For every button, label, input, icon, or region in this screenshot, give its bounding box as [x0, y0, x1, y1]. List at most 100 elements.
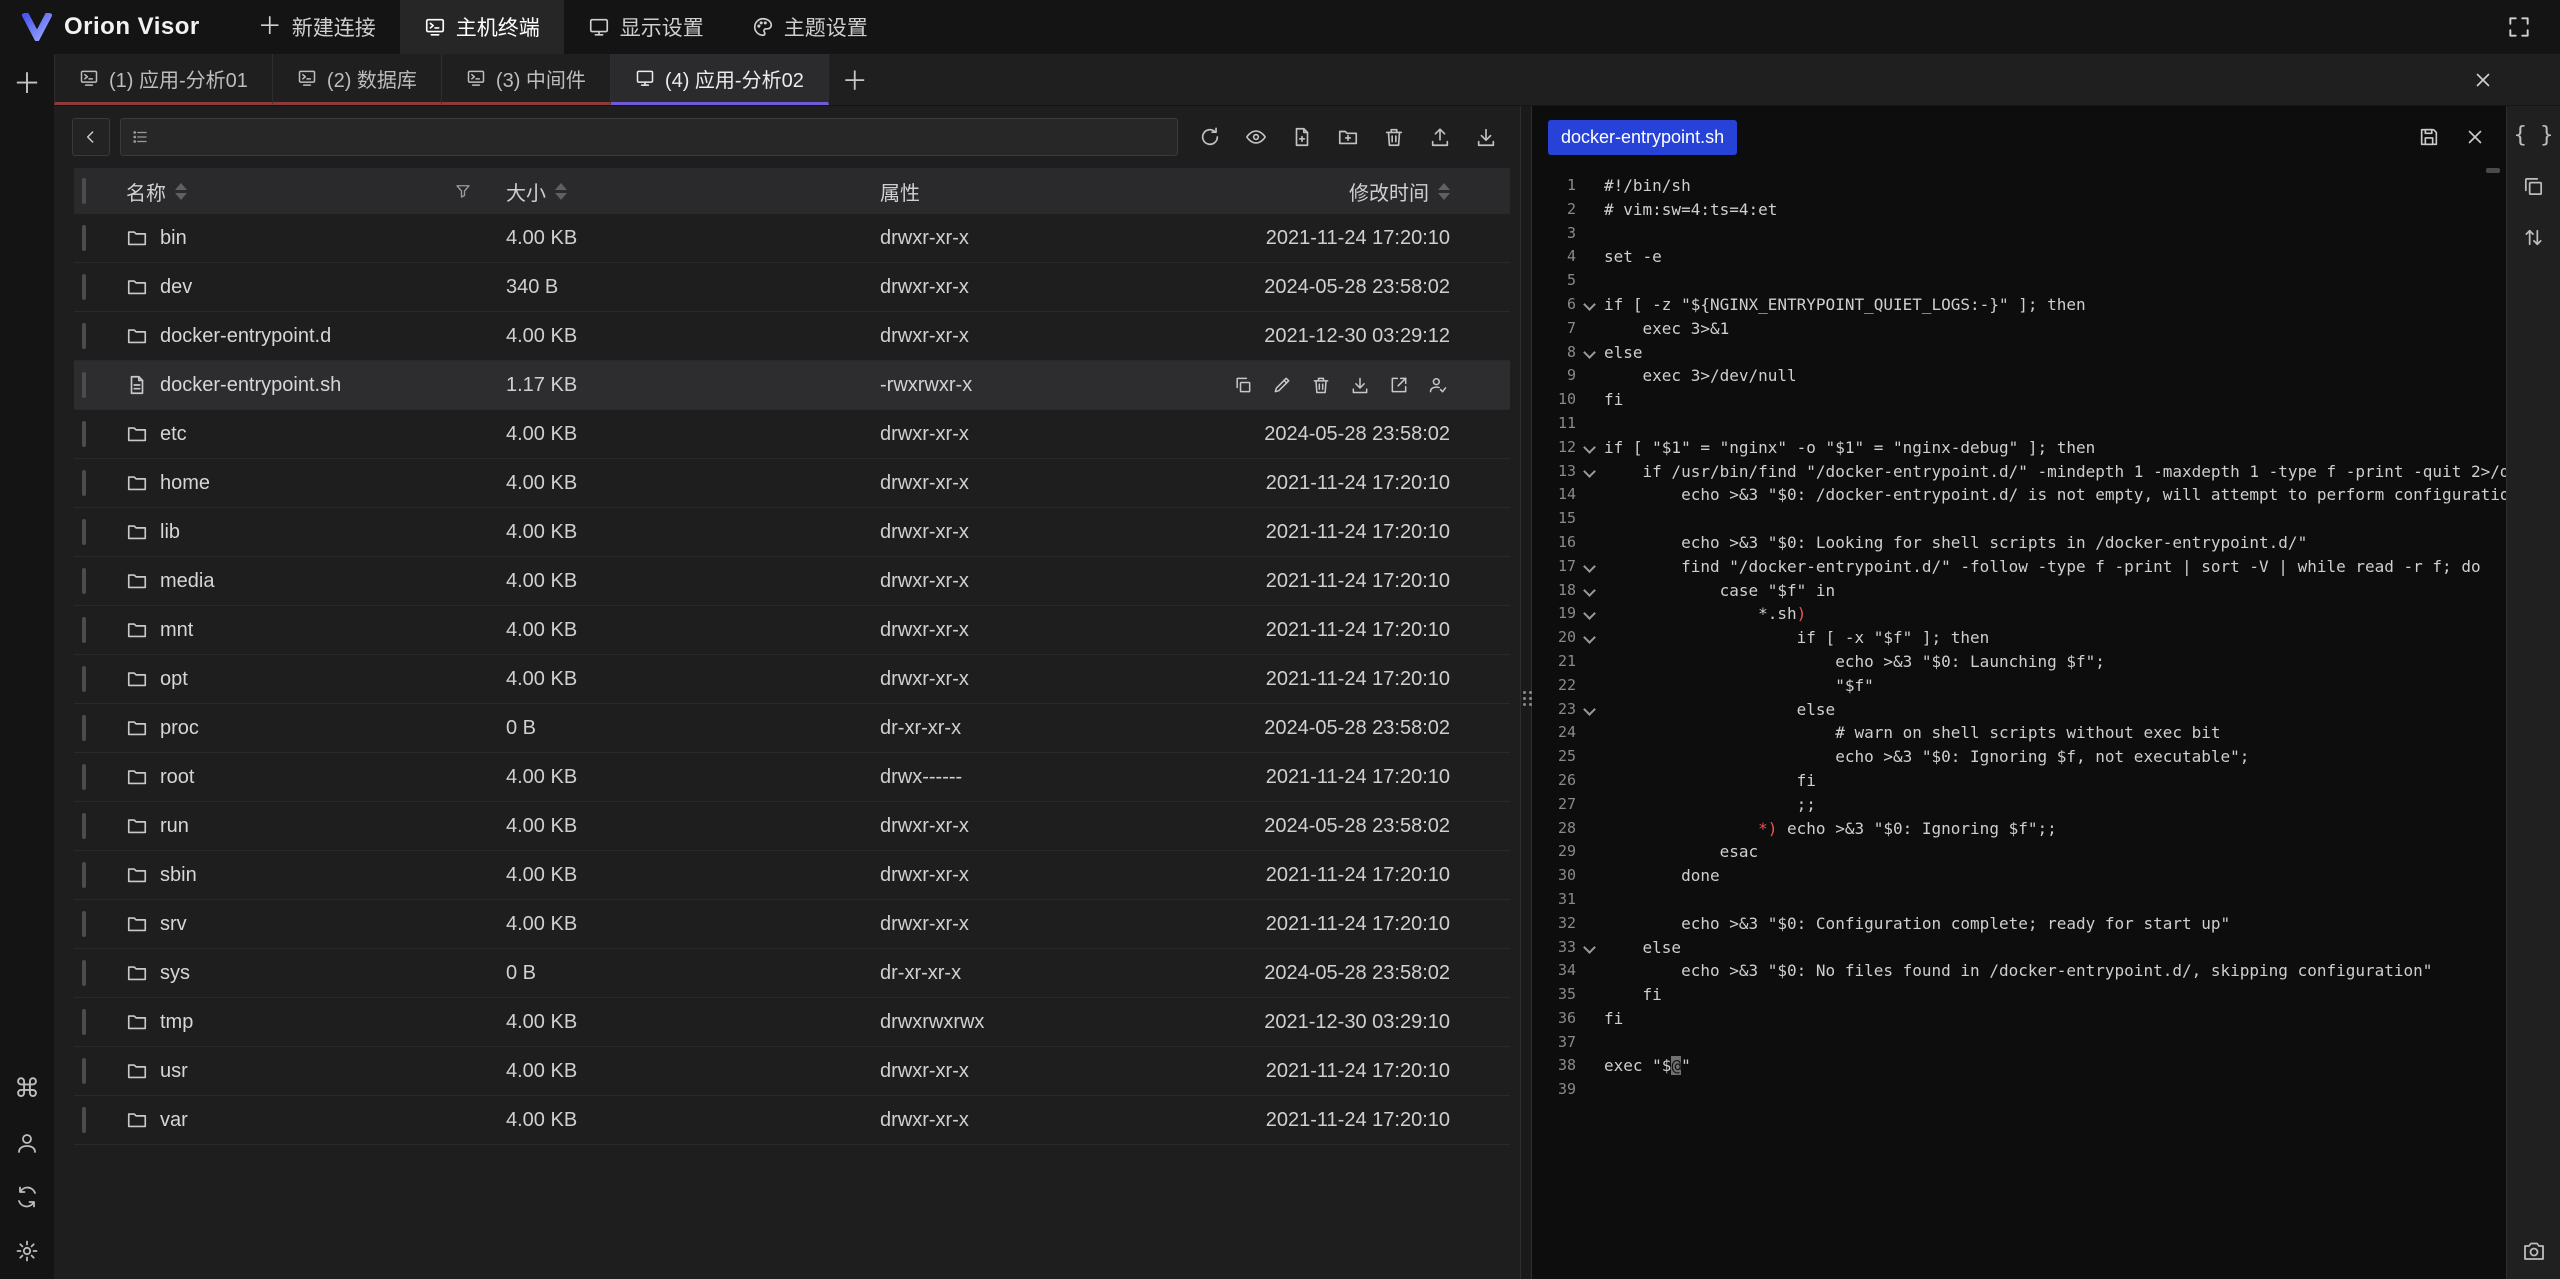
table-row[interactable]: run 4.00 KB drwxr-xr-x 2024-05-28 23:58:…	[74, 802, 1510, 851]
table-row[interactable]: lib 4.00 KB drwxr-xr-x 2021-11-24 17:20:…	[74, 508, 1510, 557]
sort-icon[interactable]	[175, 183, 187, 200]
menu-host-terminal[interactable]: 主机终端	[400, 0, 564, 54]
user-button[interactable]	[15, 1131, 39, 1155]
file-name[interactable]: proc	[160, 717, 199, 740]
table-row[interactable]: etc 4.00 KB drwxr-xr-x 2024-05-28 23:58:…	[74, 410, 1510, 459]
rail-new-button[interactable]: ＋	[13, 70, 41, 98]
row-checkbox[interactable]	[82, 911, 86, 937]
file-name[interactable]: root	[160, 766, 194, 789]
column-header-size[interactable]: 大小	[506, 177, 880, 206]
table-row[interactable]: docker-entrypoint.sh 1.17 KB -rwxrwxr-x	[74, 361, 1510, 410]
file-name[interactable]: srv	[160, 913, 187, 936]
refresh-button[interactable]	[1194, 121, 1226, 153]
file-name[interactable]: var	[160, 1109, 188, 1132]
row-checkbox[interactable]	[82, 1058, 86, 1084]
fold-icon[interactable]	[1576, 936, 1604, 960]
row-checkbox[interactable]	[82, 666, 86, 692]
file-name[interactable]: sbin	[160, 864, 197, 887]
fold-icon[interactable]	[1576, 579, 1604, 603]
close-all-tabs-button[interactable]	[2472, 54, 2494, 106]
row-checkbox[interactable]	[82, 960, 86, 986]
path-list-icon[interactable]	[131, 128, 149, 146]
code-area[interactable]: 1#!/bin/sh2# vim:sw=4:ts=4:et34set -e56i…	[1532, 168, 2506, 1279]
fold-icon[interactable]	[1576, 555, 1604, 579]
tab-terminal-1[interactable]: (1) 应用-分析01	[54, 54, 273, 105]
file-name[interactable]: tmp	[160, 1011, 193, 1034]
row-checkbox[interactable]	[82, 225, 86, 251]
table-row[interactable]: usr 4.00 KB drwxr-xr-x 2021-11-24 17:20:…	[74, 1047, 1510, 1096]
row-checkbox[interactable]	[82, 421, 86, 447]
select-all-checkbox[interactable]	[82, 178, 86, 204]
new-folder-button[interactable]	[1332, 121, 1364, 153]
table-row[interactable]: tmp 4.00 KB drwxrwxrwx 2021-12-30 03:29:…	[74, 998, 1510, 1047]
row-checkbox[interactable]	[82, 470, 86, 496]
download-button[interactable]	[1470, 121, 1502, 153]
row-checkbox[interactable]	[82, 1009, 86, 1035]
row-checkbox[interactable]	[82, 372, 86, 398]
delete-button[interactable]	[1378, 121, 1410, 153]
sort-lines-button[interactable]	[2522, 226, 2545, 249]
table-row[interactable]: mnt 4.00 KB drwxr-xr-x 2021-11-24 17:20:…	[74, 606, 1510, 655]
file-name[interactable]: run	[160, 815, 189, 838]
fold-icon[interactable]	[1576, 341, 1604, 365]
table-row[interactable]: docker-entrypoint.d 4.00 KB drwxr-xr-x 2…	[74, 312, 1510, 361]
table-row[interactable]: sys 0 B dr-xr-xr-x 2024-05-28 23:58:02	[74, 949, 1510, 998]
row-checkbox[interactable]	[82, 862, 86, 888]
table-row[interactable]: root 4.00 KB drwx------ 2021-11-24 17:20…	[74, 753, 1510, 802]
save-button[interactable]	[2414, 122, 2444, 152]
file-name[interactable]: lib	[160, 521, 180, 544]
table-row[interactable]: home 4.00 KB drwxr-xr-x 2021-11-24 17:20…	[74, 459, 1510, 508]
tab-terminal-4[interactable]: (4) 应用-分析02	[611, 54, 829, 105]
table-row[interactable]: opt 4.00 KB drwxr-xr-x 2021-11-24 17:20:…	[74, 655, 1510, 704]
sync-button[interactable]	[15, 1185, 39, 1209]
fold-icon[interactable]	[1576, 293, 1604, 317]
fullscreen-button[interactable]	[2500, 8, 2538, 46]
row-checkbox[interactable]	[82, 519, 86, 545]
menu-new-connection[interactable]: ＋ 新建连接	[234, 0, 400, 54]
menu-theme-settings[interactable]: 主题设置	[728, 0, 892, 54]
row-checkbox[interactable]	[82, 715, 86, 741]
sort-icon[interactable]	[1438, 183, 1450, 200]
export-button[interactable]	[1389, 375, 1409, 395]
table-row[interactable]: var 4.00 KB drwxr-xr-x 2021-11-24 17:20:…	[74, 1096, 1510, 1145]
table-row[interactable]: dev 340 B drwxr-xr-x 2024-05-28 23:58:02	[74, 263, 1510, 312]
row-checkbox[interactable]	[82, 323, 86, 349]
column-header-attr[interactable]: 属性	[880, 177, 1210, 206]
file-name[interactable]: docker-entrypoint.d	[160, 325, 331, 348]
column-header-mtime[interactable]: 修改时间	[1210, 177, 1510, 206]
file-name[interactable]: usr	[160, 1060, 188, 1083]
file-name[interactable]: sys	[160, 962, 190, 985]
sftp-toggle-button[interactable]: { }	[2514, 124, 2554, 147]
fold-icon[interactable]	[1576, 436, 1604, 460]
panel-splitter[interactable]	[1520, 106, 1532, 1279]
tab-terminal-2[interactable]: (2) 数据库	[273, 54, 442, 105]
delete-file-button[interactable]	[1311, 375, 1331, 395]
file-name[interactable]: bin	[160, 227, 187, 250]
editor-scrollbar[interactable]	[2486, 168, 2500, 173]
row-checkbox[interactable]	[82, 274, 86, 300]
table-row[interactable]: bin 4.00 KB drwxr-xr-x 2021-11-24 17:20:…	[74, 214, 1510, 263]
command-button[interactable]: ⌘	[14, 1075, 40, 1101]
fold-icon[interactable]	[1576, 698, 1604, 722]
file-name[interactable]: home	[160, 472, 210, 495]
permission-button[interactable]	[1428, 375, 1448, 395]
row-checkbox[interactable]	[82, 617, 86, 643]
sort-icon[interactable]	[555, 183, 567, 200]
filter-button[interactable]	[454, 182, 472, 200]
new-file-button[interactable]	[1286, 121, 1318, 153]
file-name[interactable]: media	[160, 570, 214, 593]
copy-button[interactable]	[1233, 375, 1253, 395]
file-name[interactable]: docker-entrypoint.sh	[160, 374, 341, 397]
layers-button[interactable]	[2522, 175, 2545, 198]
app-logo[interactable]: Orion Visor	[22, 13, 200, 41]
editor-close-button[interactable]	[2460, 122, 2490, 152]
fold-icon[interactable]	[1576, 626, 1604, 650]
row-checkbox[interactable]	[82, 1107, 86, 1133]
file-name[interactable]: opt	[160, 668, 188, 691]
file-name[interactable]: etc	[160, 423, 187, 446]
edit-button[interactable]	[1272, 375, 1292, 395]
column-header-name[interactable]: 名称	[126, 177, 506, 206]
back-button[interactable]	[72, 118, 110, 156]
tab-terminal-3[interactable]: (3) 中间件	[442, 54, 611, 105]
table-row[interactable]: sbin 4.00 KB drwxr-xr-x 2021-11-24 17:20…	[74, 851, 1510, 900]
